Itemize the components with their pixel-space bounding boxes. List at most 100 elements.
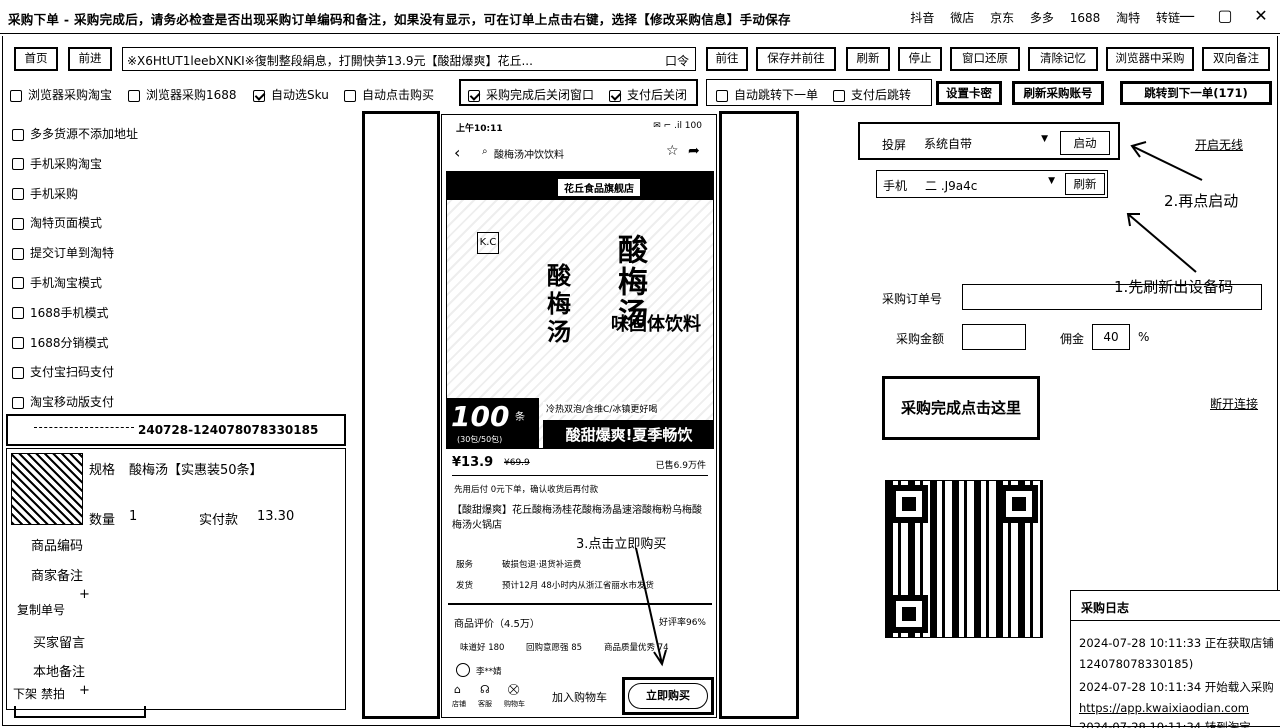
- phone-device-select[interactable]: 二 .J9a4c ▼: [921, 174, 1059, 194]
- start-button[interactable]: 启动: [1060, 131, 1110, 155]
- banner-headline: 酸甜爆爽!夏季畅饮: [543, 420, 713, 448]
- checkbox[interactable]: [12, 307, 24, 320]
- checkbox[interactable]: [12, 247, 24, 260]
- checkbox-checked[interactable]: [253, 89, 265, 102]
- checkbox[interactable]: [344, 89, 356, 102]
- checkbox[interactable]: [12, 188, 24, 201]
- favorite-icon[interactable]: ☆: [666, 143, 679, 159]
- left-option-item[interactable]: 支付宝扫码支付: [12, 363, 212, 393]
- left-option-item[interactable]: 1688手机模式: [12, 304, 212, 334]
- back-icon[interactable]: ‹: [454, 143, 460, 162]
- left-option-item[interactable]: 手机采购淘宝: [12, 155, 212, 185]
- link-jd[interactable]: 京东: [990, 11, 1014, 25]
- option-close-after-pay[interactable]: 支付后关闭: [609, 86, 687, 103]
- maximize-button[interactable]: ▢: [1212, 6, 1238, 28]
- add-to-cart-button[interactable]: 加入购物车: [552, 689, 607, 705]
- phone-screen[interactable]: 上午10:11 ✉ ⌐ .il 100 ‹ ⌕ 酸梅汤冲饮饮料 ☆ ➦ 花丘食品…: [441, 114, 717, 718]
- checkbox-checked[interactable]: [468, 89, 480, 102]
- checkbox[interactable]: [12, 277, 24, 290]
- search-text[interactable]: 酸梅汤冲饮饮料: [494, 146, 564, 161]
- checkbox[interactable]: [12, 128, 24, 141]
- checkbox[interactable]: [833, 89, 845, 102]
- left-option-label: 支付宝扫码支付: [30, 365, 115, 380]
- add-plus-icon[interactable]: +: [79, 587, 90, 602]
- stop-button[interactable]: 停止: [898, 47, 942, 71]
- checkbox-checked[interactable]: [609, 89, 621, 102]
- close-button[interactable]: ✕: [1248, 6, 1274, 28]
- shop-icon[interactable]: ⌂: [454, 683, 461, 696]
- log-link[interactable]: https://app.kwaixiaodian.com: [1079, 701, 1249, 715]
- two-way-note-button[interactable]: 双向备注: [1202, 47, 1270, 71]
- review-tag[interactable]: 商品质量优秀 74: [604, 641, 669, 653]
- cart-icon[interactable]: ⛒: [508, 683, 519, 697]
- enable-wireless-link[interactable]: 开启无线: [1195, 136, 1243, 153]
- copy-order-id[interactable]: 复制单号: [17, 601, 65, 618]
- option-auto-sku[interactable]: 自动选Sku: [253, 86, 329, 103]
- home-button[interactable]: 首页: [14, 47, 58, 71]
- checkbox[interactable]: [716, 89, 728, 102]
- link-taote[interactable]: 淘特: [1116, 11, 1140, 25]
- clear-memory-button[interactable]: 清除记忆: [1028, 47, 1098, 71]
- checkbox[interactable]: [128, 89, 140, 102]
- service-value: 破损包退·退货补运费: [502, 560, 582, 570]
- left-option-item[interactable]: 手机采购: [12, 185, 212, 215]
- option-browser-1688[interactable]: 浏览器采购1688: [128, 86, 237, 103]
- link-1688[interactable]: 1688: [1070, 11, 1101, 25]
- link-weidian[interactable]: 微店: [950, 11, 974, 25]
- checkbox[interactable]: [12, 366, 24, 379]
- ban-buy-link[interactable]: 禁拍: [41, 685, 65, 702]
- badge-sub: (30包/50包): [457, 435, 503, 444]
- url-input[interactable]: ※X6HtUT1leebXNKI※復制整段絹息，打閞快芛13.9元【酸甜爆爽】花…: [122, 47, 696, 71]
- order-id-redacted: [34, 427, 134, 428]
- link-duoduo[interactable]: 多多: [1030, 11, 1054, 25]
- review-tag[interactable]: 回购意愿强 85: [526, 641, 582, 653]
- restore-window-button[interactable]: 窗口还原: [950, 47, 1020, 71]
- go-button[interactable]: 前往: [706, 47, 748, 71]
- refresh-device-button[interactable]: 刷新: [1065, 173, 1105, 195]
- forward-button[interactable]: 前进: [68, 47, 112, 71]
- commission-input[interactable]: 40: [1092, 324, 1130, 350]
- good-rate[interactable]: 好评率96%: [659, 615, 706, 628]
- left-option-item[interactable]: 1688分销模式: [12, 334, 212, 364]
- option-close-after-purchase[interactable]: 采购完成后关闭窗口: [468, 86, 594, 103]
- left-option-label: 淘宝移动版支付: [30, 395, 115, 410]
- set-card-key-button[interactable]: 设置卡密: [936, 81, 1002, 105]
- disconnect-link[interactable]: 断开连接: [1210, 395, 1258, 412]
- order-id[interactable]: 240728-124078078330185: [138, 423, 318, 437]
- save-and-go-button[interactable]: 保存并前往: [756, 47, 836, 71]
- checkbox[interactable]: [12, 337, 24, 350]
- left-option-item[interactable]: 提交订单到淘特: [12, 244, 212, 274]
- left-option-item[interactable]: 多多货源不添加地址: [12, 125, 212, 155]
- review-tag[interactable]: 味道好 180: [460, 641, 504, 653]
- refresh-button[interactable]: 刷新: [846, 47, 890, 71]
- checkbox[interactable]: [10, 89, 22, 102]
- service-label: 服务: [456, 560, 474, 570]
- checkbox[interactable]: [12, 158, 24, 171]
- footer-plus-icon[interactable]: +: [79, 683, 90, 698]
- refresh-account-button[interactable]: 刷新采购账号: [1012, 81, 1104, 105]
- option-browser-taobao[interactable]: 浏览器采购淘宝: [10, 86, 112, 103]
- checkbox[interactable]: [12, 396, 24, 409]
- link-douyin[interactable]: 抖音: [910, 11, 934, 25]
- screen-cast-select[interactable]: 系统自带 ▼: [920, 132, 1052, 152]
- purchase-amount-input[interactable]: [962, 324, 1026, 350]
- reviews-label[interactable]: 商品评价（4.5万）: [454, 615, 540, 630]
- option-auto-buy[interactable]: 自动点击购买: [344, 86, 434, 103]
- pay-later-notice: 先用后付 0元下单，确认收货后再付款: [454, 485, 599, 495]
- jump-next-order-button[interactable]: 跳转到下一单(171): [1120, 81, 1272, 105]
- left-option-item[interactable]: 手机淘宝模式: [12, 274, 212, 304]
- service-icon[interactable]: ☊: [480, 683, 490, 696]
- delist-link[interactable]: 下架: [13, 685, 37, 702]
- buyer-message-label: 买家留言: [33, 636, 86, 651]
- browser-purchase-button[interactable]: 浏览器中采购: [1106, 47, 1194, 71]
- purchase-amount-label: 采购金额: [896, 332, 945, 346]
- checkbox[interactable]: [12, 217, 24, 230]
- share-icon[interactable]: ➦: [688, 143, 700, 159]
- option-pay-then-jump[interactable]: 支付后跳转: [833, 86, 911, 103]
- minimize-button[interactable]: —: [1174, 6, 1200, 28]
- product-hero-image[interactable]: 花丘食品旗舰店 K.C 酸 梅 汤 酸梅汤 味固体饮料 100 条 (30包/5…: [446, 171, 714, 449]
- buy-now-button[interactable]: 立即购买: [628, 683, 708, 709]
- option-auto-next[interactable]: 自动跳转下一单: [716, 86, 818, 103]
- purchase-complete-button[interactable]: 采购完成点击这里: [882, 376, 1040, 440]
- left-option-item[interactable]: 淘特页面模式: [12, 214, 212, 244]
